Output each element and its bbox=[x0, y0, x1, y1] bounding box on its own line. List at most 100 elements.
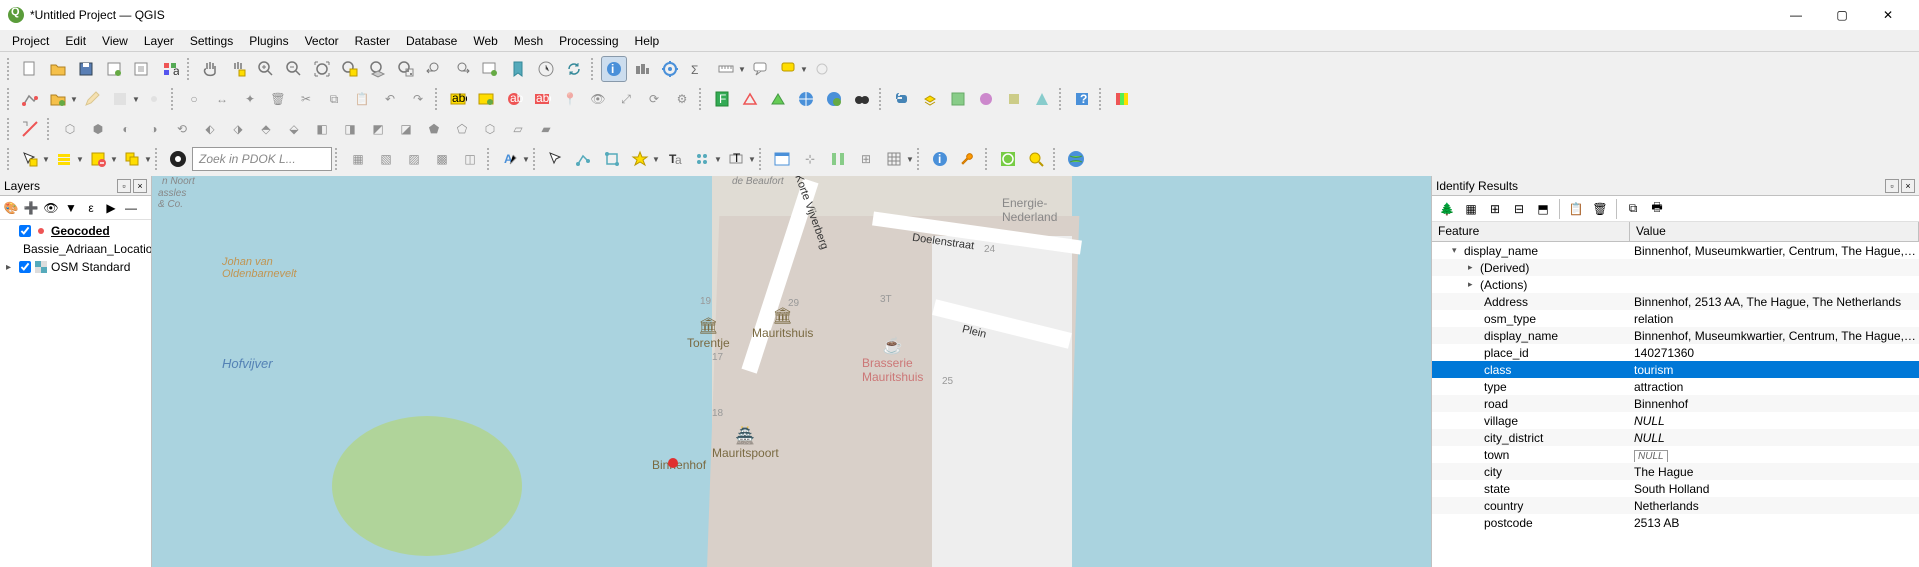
dropdown-arrow-icon[interactable]: ▼ bbox=[144, 155, 152, 164]
text-T-button[interactable]: Ta bbox=[661, 146, 687, 172]
result-row[interactable]: classtourism bbox=[1432, 361, 1919, 378]
expand-icon[interactable]: ▸ bbox=[1468, 262, 1478, 273]
map-tips-button[interactable] bbox=[747, 56, 773, 82]
select-by-location-button[interactable] bbox=[119, 146, 145, 172]
menu-database[interactable]: Database bbox=[398, 32, 465, 50]
menu-layer[interactable]: Layer bbox=[136, 32, 182, 50]
measure-button[interactable] bbox=[713, 56, 739, 82]
menu-raster[interactable]: Raster bbox=[347, 32, 398, 50]
help-button[interactable]: ? bbox=[1069, 86, 1095, 112]
zoom-selection-button[interactable] bbox=[337, 56, 363, 82]
layer-expression-icon[interactable]: ε bbox=[82, 199, 100, 217]
dropdown-arrow-icon[interactable]: ▼ bbox=[800, 65, 808, 74]
dropdown-arrow-icon[interactable]: ▼ bbox=[652, 155, 660, 164]
expand-new-icon[interactable]: ⬒ bbox=[1532, 198, 1554, 220]
statistics-button[interactable]: Σ bbox=[685, 56, 711, 82]
zoom-next-button[interactable] bbox=[449, 56, 475, 82]
pan-button[interactable] bbox=[197, 56, 223, 82]
result-row[interactable]: typeattraction bbox=[1432, 378, 1919, 395]
undock-button[interactable]: ▫ bbox=[1885, 179, 1899, 193]
plugin-manager-button[interactable] bbox=[917, 86, 943, 112]
menu-plugins[interactable]: Plugins bbox=[241, 32, 296, 50]
close-panel-button[interactable]: × bbox=[1901, 179, 1915, 193]
layer-checkbox[interactable] bbox=[19, 225, 31, 237]
action-button[interactable] bbox=[629, 56, 655, 82]
open-project-button[interactable] bbox=[45, 56, 71, 82]
info-button[interactable]: i bbox=[927, 146, 953, 172]
close-button[interactable]: ✕ bbox=[1865, 0, 1911, 30]
zoom-out-button[interactable] bbox=[281, 56, 307, 82]
layer-filter-icon[interactable]: ▼ bbox=[62, 199, 80, 217]
minimize-button[interactable]: — bbox=[1773, 0, 1819, 30]
menu-view[interactable]: View bbox=[94, 32, 136, 50]
toolbar-handle[interactable] bbox=[1099, 88, 1105, 110]
zoom-in-button[interactable] bbox=[253, 56, 279, 82]
toolbar-handle[interactable] bbox=[1059, 88, 1065, 110]
pdok-button[interactable] bbox=[165, 146, 191, 172]
select-arrow-button[interactable] bbox=[543, 146, 569, 172]
menu-settings[interactable]: Settings bbox=[182, 32, 241, 50]
result-row[interactable]: AddressBinnenhof, 2513 AA, The Hague, Th… bbox=[1432, 293, 1919, 310]
result-row[interactable]: countryNetherlands bbox=[1432, 497, 1919, 514]
layer-checkbox[interactable] bbox=[19, 261, 31, 273]
toolbar-handle[interactable] bbox=[155, 148, 161, 170]
copy-feature-icon[interactable]: ⧉ bbox=[1622, 198, 1644, 220]
pdok-search-input[interactable]: Zoek in PDOK L... bbox=[192, 147, 332, 171]
metasearch-button[interactable] bbox=[821, 86, 847, 112]
expand-icon[interactable]: ▸ bbox=[1468, 279, 1478, 290]
toolbar-handle[interactable] bbox=[187, 58, 193, 80]
menu-edit[interactable]: Edit bbox=[57, 32, 94, 50]
distribute-button[interactable] bbox=[825, 146, 851, 172]
add-star-button[interactable] bbox=[627, 146, 653, 172]
zoom-layer-button[interactable] bbox=[365, 56, 391, 82]
plugin-2-button[interactable] bbox=[973, 86, 999, 112]
toolbar-handle[interactable] bbox=[759, 148, 765, 170]
toolbar-handle[interactable] bbox=[879, 88, 885, 110]
new-map-view-button[interactable] bbox=[477, 56, 503, 82]
annotation-button[interactable] bbox=[775, 56, 801, 82]
select-by-value-button[interactable] bbox=[51, 146, 77, 172]
refresh-button[interactable] bbox=[561, 56, 587, 82]
temporal-button[interactable] bbox=[533, 56, 559, 82]
quickosm-button[interactable] bbox=[995, 146, 1021, 172]
label-highlight-button[interactable]: abc bbox=[501, 86, 527, 112]
plugin-1-button[interactable] bbox=[945, 86, 971, 112]
georeferencer-button[interactable] bbox=[793, 86, 819, 112]
result-row[interactable]: postcode2513 AB bbox=[1432, 514, 1919, 531]
layer-visibility-icon[interactable]: 👁 bbox=[42, 199, 60, 217]
layer-row[interactable]: ▸ OSM Standard bbox=[2, 258, 149, 276]
close-panel-button[interactable]: × bbox=[133, 179, 147, 193]
toolbar-handle[interactable] bbox=[7, 88, 13, 110]
new-bookmark-button[interactable] bbox=[505, 56, 531, 82]
dropdown-arrow-icon[interactable]: ▼ bbox=[738, 65, 746, 74]
add-vector-button[interactable] bbox=[17, 86, 43, 112]
result-row[interactable]: osm_typerelation bbox=[1432, 310, 1919, 327]
result-row[interactable]: townNULL bbox=[1432, 446, 1919, 463]
column-value[interactable]: Value bbox=[1630, 222, 1919, 241]
colorbar-button[interactable] bbox=[1109, 86, 1135, 112]
zoom-last-button[interactable] bbox=[421, 56, 447, 82]
field-calc-button[interactable]: F bbox=[709, 86, 735, 112]
topology-button[interactable] bbox=[737, 86, 763, 112]
menu-mesh[interactable]: Mesh bbox=[506, 32, 551, 50]
layer-add-group-icon[interactable]: ➕ bbox=[22, 199, 40, 217]
form-view-icon[interactable]: 📋 bbox=[1565, 198, 1587, 220]
expand-icon[interactable]: ▸ bbox=[6, 262, 16, 273]
binoculars-button[interactable] bbox=[849, 86, 875, 112]
result-row[interactable]: ▸(Actions) bbox=[1432, 276, 1919, 293]
dropdown-arrow-icon[interactable]: ▼ bbox=[748, 155, 756, 164]
collapse-all-icon[interactable]: ⊟ bbox=[1508, 198, 1530, 220]
dropdown-arrow-icon[interactable]: ▼ bbox=[132, 95, 140, 104]
dropdown-arrow-icon[interactable]: ▼ bbox=[522, 155, 530, 164]
wrench-button[interactable] bbox=[955, 146, 981, 172]
result-row[interactable]: city_districtNULL bbox=[1432, 429, 1919, 446]
toolbar-handle[interactable] bbox=[435, 88, 441, 110]
result-row[interactable]: place_id140271360 bbox=[1432, 344, 1919, 361]
collapse-icon[interactable]: ▾ bbox=[1452, 245, 1462, 256]
dropdown-arrow-icon[interactable]: ▼ bbox=[70, 95, 78, 104]
processing-button[interactable] bbox=[657, 56, 683, 82]
new-print-layout-button[interactable] bbox=[101, 56, 127, 82]
toolbar-handle[interactable] bbox=[171, 88, 177, 110]
dropdown-arrow-icon[interactable]: ▼ bbox=[76, 155, 84, 164]
grid-button[interactable] bbox=[881, 146, 907, 172]
